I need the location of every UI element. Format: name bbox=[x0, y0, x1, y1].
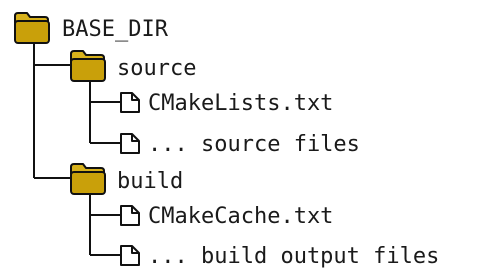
file-label: CMakeCache.txt bbox=[148, 204, 333, 229]
tree-file-node: CMakeLists.txt bbox=[120, 91, 333, 116]
file-icon bbox=[120, 133, 140, 154]
folder-icon bbox=[14, 12, 50, 44]
file-label: CMakeLists.txt bbox=[148, 91, 333, 116]
file-label: ... build output files bbox=[148, 244, 439, 269]
tree-file-node: ... source files bbox=[120, 132, 360, 157]
tree-folder-node-source: source bbox=[70, 50, 196, 82]
tree-file-node: CMakeCache.txt bbox=[120, 204, 333, 229]
file-icon bbox=[120, 205, 140, 226]
tree-root-node: BASE_DIR bbox=[14, 12, 169, 44]
folder-icon bbox=[70, 163, 106, 195]
root-folder-label: BASE_DIR bbox=[62, 17, 169, 42]
directory-tree-diagram: BASE_DIR source CMakeLists.txt ... sourc… bbox=[14, 12, 439, 269]
folder-label-build: build bbox=[117, 169, 183, 194]
tree-folder-node-build: build bbox=[70, 163, 183, 195]
file-label: ... source files bbox=[148, 132, 360, 157]
tree-file-node: ... build output files bbox=[120, 244, 439, 269]
folder-icon bbox=[70, 50, 106, 82]
file-icon bbox=[120, 245, 140, 266]
file-icon bbox=[120, 92, 140, 113]
folder-label-source: source bbox=[117, 56, 196, 81]
